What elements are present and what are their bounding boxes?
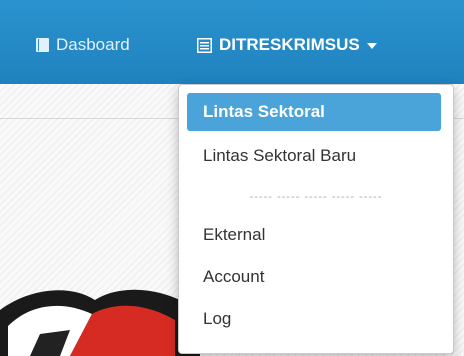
menu-item-log[interactable]: Log [187, 300, 441, 338]
menu-divider: ----- ----- ----- ----- ----- [249, 191, 383, 203]
ditreskrimsus-dropdown-menu: Lintas Sektoral Lintas Sektoral Baru ---… [178, 84, 454, 354]
nav-ditreskrimsus-dropdown-toggle[interactable]: DITRESKRIMSUS [197, 33, 377, 57]
nav-ditreskrimsus-label: DITRESKRIMSUS [219, 35, 360, 54]
menu-item-label: Lintas Sektoral Baru [203, 146, 357, 165]
nav-dashboard-label: Dasboard [56, 35, 130, 54]
menu-item-account[interactable]: Account [187, 258, 441, 296]
book-icon [36, 38, 49, 52]
list-icon [197, 37, 212, 53]
caret-down-icon [366, 43, 377, 49]
menu-item-label: Account [203, 267, 265, 286]
menu-item-lintas-sektoral-baru[interactable]: Lintas Sektoral Baru [187, 137, 441, 175]
menu-item-label: Ekternal [203, 225, 266, 244]
nav-dashboard-link[interactable]: Dasboard [36, 33, 130, 57]
menu-item-label: Lintas Sektoral [203, 102, 325, 121]
menu-item-label: Log [203, 309, 232, 328]
menu-item-lintas-sektoral[interactable]: Lintas Sektoral [187, 93, 441, 131]
top-navbar: Dasboard DITRESKRIMSUS [0, 0, 464, 84]
menu-item-ekternal[interactable]: Ekternal [187, 216, 441, 254]
